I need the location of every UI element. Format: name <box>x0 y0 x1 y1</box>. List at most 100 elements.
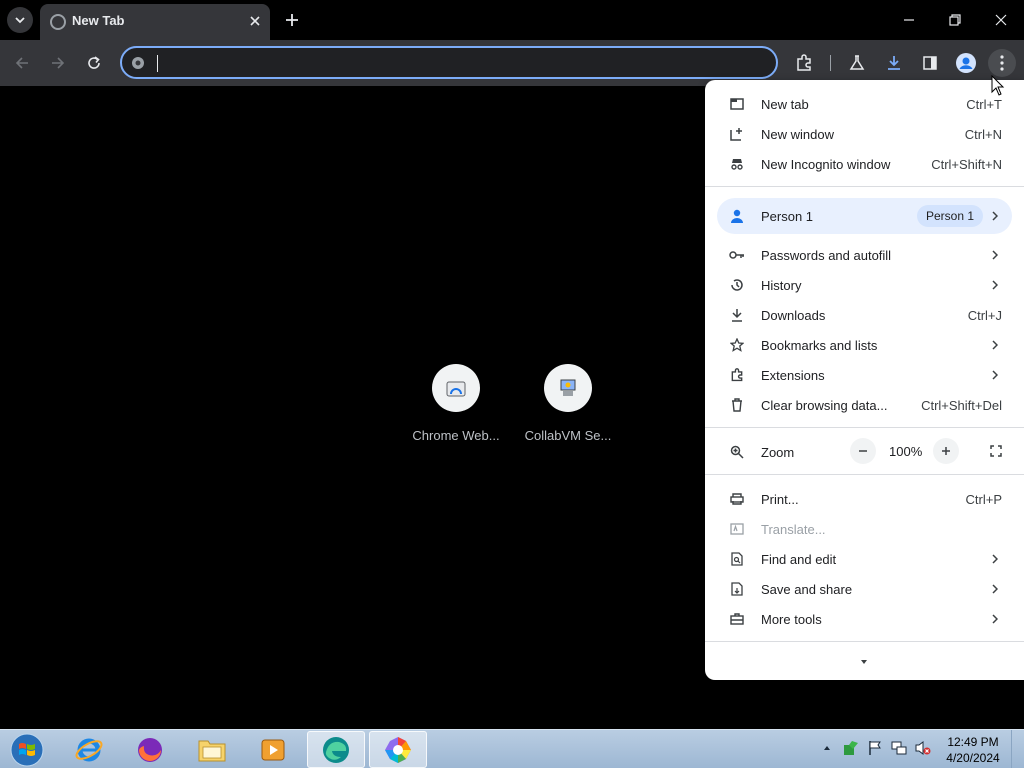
colorful-app-icon <box>385 736 411 763</box>
start-button[interactable] <box>6 732 48 768</box>
menu-item-passwords[interactable]: Passwords and autofill <box>705 240 1024 270</box>
chrome-menu-button[interactable] <box>988 49 1016 77</box>
address-bar[interactable] <box>120 46 778 79</box>
menu-item-clear-browsing-data[interactable]: Clear browsing data... Ctrl+Shift+Del <box>705 390 1024 420</box>
menu-item-new-window[interactable]: New window Ctrl+N <box>705 119 1024 149</box>
downloads-button[interactable] <box>880 49 908 77</box>
chevron-right-icon <box>990 209 1000 223</box>
menu-item-extensions[interactable]: Extensions <box>705 360 1024 390</box>
menu-item-save-and-share[interactable]: Save and share <box>705 574 1024 604</box>
shortcut-label: CollabVM Se... <box>524 428 612 443</box>
flask-icon <box>849 55 865 70</box>
taskbar-internet-explorer[interactable] <box>60 731 118 768</box>
restore-button[interactable] <box>932 0 978 40</box>
media-player-icon <box>261 739 285 760</box>
show-desktop-button[interactable] <box>1011 730 1024 768</box>
menu-item-new-tab[interactable]: New tab Ctrl+T <box>705 89 1024 119</box>
menu-item-shortcut: Ctrl+T <box>966 97 1002 112</box>
restore-icon <box>949 14 961 26</box>
taskbar-firefox[interactable] <box>121 731 179 768</box>
menu-scroll-down-button[interactable] <box>859 652 869 664</box>
taskbar-file-explorer[interactable] <box>183 731 241 768</box>
menu-item-shortcut: Ctrl+N <box>964 127 1002 142</box>
arrow-right-icon <box>52 57 65 69</box>
taskbar-chrome-canary[interactable] <box>369 731 427 768</box>
menu-item-shortcut: Ctrl+Shift+N <box>931 157 1002 172</box>
menu-item-new-incognito[interactable]: New Incognito window Ctrl+Shift+N <box>705 149 1024 179</box>
toolbar-separator <box>830 55 831 71</box>
tab-close-button[interactable] <box>246 12 264 30</box>
translate-icon <box>729 521 745 537</box>
taskbar-edge[interactable] <box>307 731 365 768</box>
menu-separator <box>705 186 1024 187</box>
reload-icon <box>88 56 100 69</box>
menu-item-label: Bookmarks and lists <box>761 338 878 353</box>
chrome-menu: New tab Ctrl+T New window Ctrl+N New Inc… <box>705 80 1024 680</box>
menu-item-translate[interactable]: Translate... <box>705 514 1024 544</box>
menu-item-shortcut: Ctrl+P <box>965 492 1002 507</box>
minimize-button[interactable] <box>886 0 932 40</box>
chevron-right-icon <box>990 612 1000 626</box>
tray-action-center-icon[interactable] <box>866 738 884 758</box>
extensions-button[interactable] <box>790 49 818 77</box>
menu-item-label: New tab <box>761 97 809 112</box>
save-share-icon <box>729 581 745 597</box>
taskbar-media-player[interactable] <box>244 731 302 768</box>
new-tab-button[interactable] <box>280 8 304 32</box>
menu-item-downloads[interactable]: Downloads Ctrl+J <box>705 300 1024 330</box>
menu-item-profile[interactable]: Person 1 Person 1 <box>717 198 1012 234</box>
chevron-right-icon <box>990 278 1000 292</box>
clock-date: 4/20/2024 <box>946 751 1000 765</box>
profile-label: Person 1 <box>761 209 814 224</box>
tray-security-icon[interactable] <box>842 738 860 758</box>
chevron-right-icon <box>990 368 1000 382</box>
menu-separator <box>705 474 1024 475</box>
person-icon <box>729 208 745 224</box>
trash-icon <box>729 397 745 413</box>
tab-favicon-icon <box>50 14 66 30</box>
history-icon <box>729 277 745 293</box>
labs-button[interactable] <box>843 49 871 77</box>
menu-item-label: Save and share <box>761 582 853 597</box>
tray-network-icon[interactable] <box>890 738 908 758</box>
menu-item-find-and-edit[interactable]: Find and edit <box>705 544 1024 574</box>
forward-button[interactable] <box>44 49 72 77</box>
menu-item-print[interactable]: Print... Ctrl+P <box>705 484 1024 514</box>
back-button[interactable] <box>8 49 36 77</box>
minimize-icon <box>904 19 914 21</box>
avatar-icon <box>956 53 976 73</box>
zoom-in-button[interactable] <box>933 438 959 464</box>
menu-item-more-tools[interactable]: More tools <box>705 604 1024 634</box>
shortcut-collabvm[interactable]: CollabVM Se... <box>513 364 623 454</box>
side-panel-button[interactable] <box>916 49 944 77</box>
fullscreen-button[interactable] <box>985 440 1007 462</box>
menu-item-history[interactable]: History <box>705 270 1024 300</box>
internet-explorer-icon <box>75 738 103 761</box>
arrow-left-icon <box>15 57 28 69</box>
menu-item-label: More tools <box>761 612 822 627</box>
tab-search-button[interactable] <box>7 7 33 33</box>
menu-item-label: Extensions <box>761 368 825 383</box>
download-icon <box>888 56 900 70</box>
menu-item-bookmarks[interactable]: Bookmarks and lists <box>705 330 1024 360</box>
close-window-button[interactable] <box>978 0 1024 40</box>
profile-button[interactable] <box>952 49 980 77</box>
menu-item-label: Zoom <box>761 445 795 460</box>
tab-new-tab[interactable]: New Tab <box>40 4 270 40</box>
volume-muted-icon <box>915 741 931 755</box>
tray-volume-icon[interactable] <box>914 738 932 758</box>
reload-button[interactable] <box>80 49 108 77</box>
zoom-level: 100% <box>889 444 923 459</box>
tab-strip: New Tab <box>0 0 1024 40</box>
shortcut-chrome-web-store[interactable]: Chrome Web... <box>401 364 511 454</box>
zoom-out-button[interactable] <box>850 438 876 464</box>
chrome-web-store-icon <box>446 381 466 397</box>
star-icon <box>729 337 745 353</box>
address-input[interactable] <box>162 52 762 74</box>
taskbar-clock[interactable]: 12:49 PM 4/20/2024 <box>940 734 1006 766</box>
menu-item-shortcut: Ctrl+J <box>967 308 1002 323</box>
toolbox-icon <box>729 611 745 627</box>
print-icon <box>729 491 745 507</box>
side-panel-icon <box>923 56 937 70</box>
show-hidden-icons-button[interactable] <box>818 738 836 758</box>
